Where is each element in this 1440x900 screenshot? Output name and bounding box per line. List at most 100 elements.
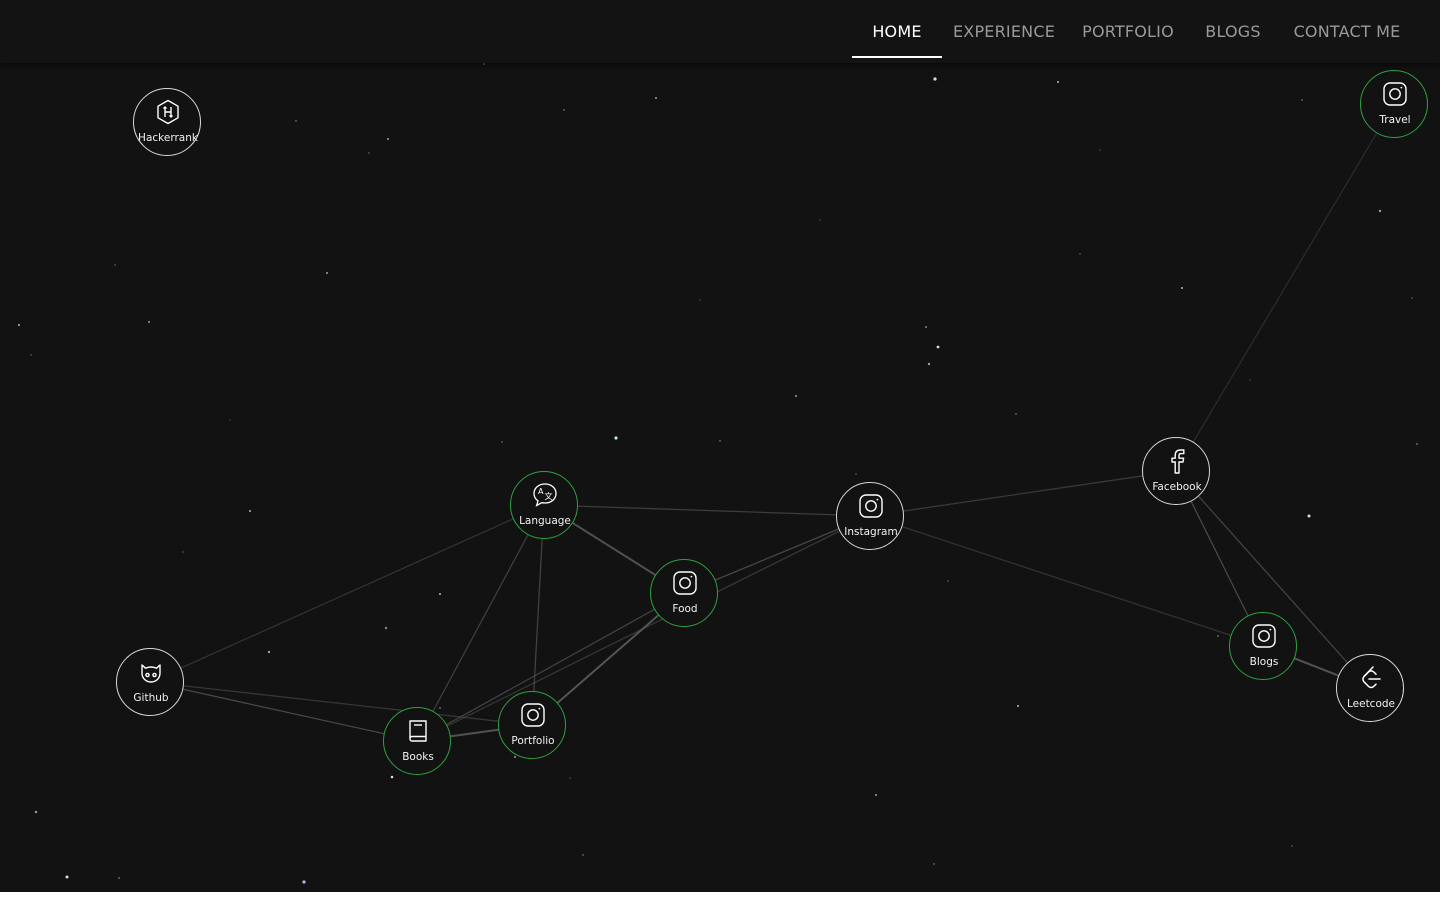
instagram-icon bbox=[672, 570, 698, 596]
star bbox=[1180, 286, 1184, 290]
star bbox=[927, 362, 931, 366]
node-label: Travel bbox=[1379, 114, 1411, 126]
node-language[interactable]: A 文 Language bbox=[510, 471, 578, 539]
svg-text:A: A bbox=[538, 487, 544, 496]
star bbox=[1016, 704, 1020, 708]
star bbox=[34, 810, 38, 814]
star bbox=[326, 272, 328, 274]
star bbox=[1015, 413, 1017, 415]
star bbox=[148, 321, 150, 323]
link-facebook-instagram bbox=[869, 470, 1177, 517]
star bbox=[1079, 253, 1081, 255]
github-icon bbox=[138, 659, 164, 685]
star bbox=[1411, 297, 1413, 299]
node-github[interactable]: Github bbox=[116, 648, 184, 716]
star bbox=[387, 138, 389, 140]
star bbox=[368, 152, 370, 154]
star bbox=[947, 580, 949, 582]
star bbox=[65, 875, 69, 879]
node-books[interactable]: Books bbox=[383, 707, 451, 775]
svg-text:文: 文 bbox=[545, 491, 553, 501]
star bbox=[563, 109, 565, 111]
star bbox=[1416, 443, 1418, 445]
star bbox=[30, 354, 32, 356]
star bbox=[699, 299, 701, 301]
node-label: Blogs bbox=[1249, 656, 1279, 668]
instagram-icon bbox=[520, 702, 546, 728]
node-label: Food bbox=[672, 603, 698, 615]
star bbox=[1249, 379, 1251, 381]
node-label: Facebook bbox=[1152, 481, 1202, 493]
star bbox=[1099, 149, 1101, 151]
star bbox=[384, 626, 388, 630]
node-label: Instagram bbox=[844, 526, 898, 538]
star bbox=[229, 419, 231, 421]
star bbox=[118, 877, 120, 879]
translate-icon: A文 bbox=[532, 482, 558, 508]
node-label: Hackerrank bbox=[138, 132, 198, 144]
link-instagram-language bbox=[543, 504, 871, 517]
star bbox=[17, 323, 21, 327]
star bbox=[933, 863, 935, 865]
nav-contact-me[interactable]: CONTACT ME bbox=[1284, 0, 1410, 56]
star bbox=[925, 326, 927, 328]
nav-portfolio[interactable]: PORTFOLIO bbox=[1074, 0, 1182, 56]
star bbox=[1056, 80, 1060, 84]
node-portfolio[interactable]: Portfolio bbox=[498, 691, 566, 759]
star bbox=[267, 650, 271, 654]
star bbox=[1378, 209, 1382, 213]
star bbox=[819, 219, 821, 221]
star bbox=[1217, 635, 1219, 637]
star bbox=[182, 551, 184, 553]
facebook-icon bbox=[1164, 448, 1190, 474]
node-label: Books bbox=[402, 751, 434, 763]
node-blogs[interactable]: Blogs bbox=[1229, 612, 1297, 680]
star bbox=[302, 880, 306, 884]
star bbox=[248, 509, 252, 513]
node-instagram[interactable]: Instagram bbox=[836, 482, 904, 550]
hackerrank-icon bbox=[155, 99, 181, 125]
node-label: Language bbox=[519, 515, 571, 527]
node-food[interactable]: Food bbox=[650, 559, 718, 627]
instagram-icon bbox=[1382, 81, 1408, 107]
star bbox=[483, 63, 485, 65]
link-language-github bbox=[149, 504, 545, 683]
top-navbar: HOME EXPERIENCE PORTFOLIO BLOGS CONTACT … bbox=[0, 0, 1440, 63]
link-github-portfolio bbox=[149, 681, 533, 726]
star bbox=[936, 345, 940, 349]
node-label: Leetcode bbox=[1346, 698, 1396, 710]
network-graph bbox=[17, 63, 1418, 884]
star bbox=[875, 794, 877, 796]
star bbox=[501, 441, 503, 443]
star bbox=[614, 436, 618, 440]
star bbox=[719, 440, 721, 442]
node-leetcode[interactable]: Leetcode bbox=[1336, 654, 1404, 722]
nav-experience[interactable]: EXPERIENCE bbox=[950, 0, 1058, 56]
nav-blogs[interactable]: BLOGS bbox=[1196, 0, 1270, 56]
star bbox=[569, 777, 571, 779]
link-instagram-blogs bbox=[869, 515, 1264, 647]
instagram-icon bbox=[1251, 623, 1277, 649]
star bbox=[295, 120, 297, 122]
star bbox=[114, 264, 116, 266]
node-facebook[interactable]: Facebook bbox=[1142, 437, 1210, 505]
node-hackerrank[interactable]: Hackerrank bbox=[133, 88, 201, 156]
page-background: HOME EXPERIENCE PORTFOLIO BLOGS CONTACT … bbox=[0, 0, 1440, 892]
link-github-books bbox=[149, 681, 418, 742]
nav-home[interactable]: HOME bbox=[852, 0, 942, 58]
star bbox=[514, 756, 516, 758]
star bbox=[439, 707, 441, 709]
node-travel[interactable]: Travel bbox=[1360, 70, 1428, 138]
star bbox=[855, 473, 857, 475]
link-travel-facebook bbox=[1175, 103, 1395, 472]
star bbox=[655, 97, 657, 99]
star bbox=[1307, 514, 1311, 518]
graph-links bbox=[149, 103, 1395, 742]
star bbox=[1301, 99, 1303, 101]
star bbox=[582, 854, 584, 856]
star bbox=[933, 77, 937, 81]
star bbox=[390, 775, 394, 779]
node-label: Github bbox=[133, 692, 169, 704]
leetcode-icon bbox=[1358, 665, 1384, 691]
star bbox=[795, 395, 797, 397]
